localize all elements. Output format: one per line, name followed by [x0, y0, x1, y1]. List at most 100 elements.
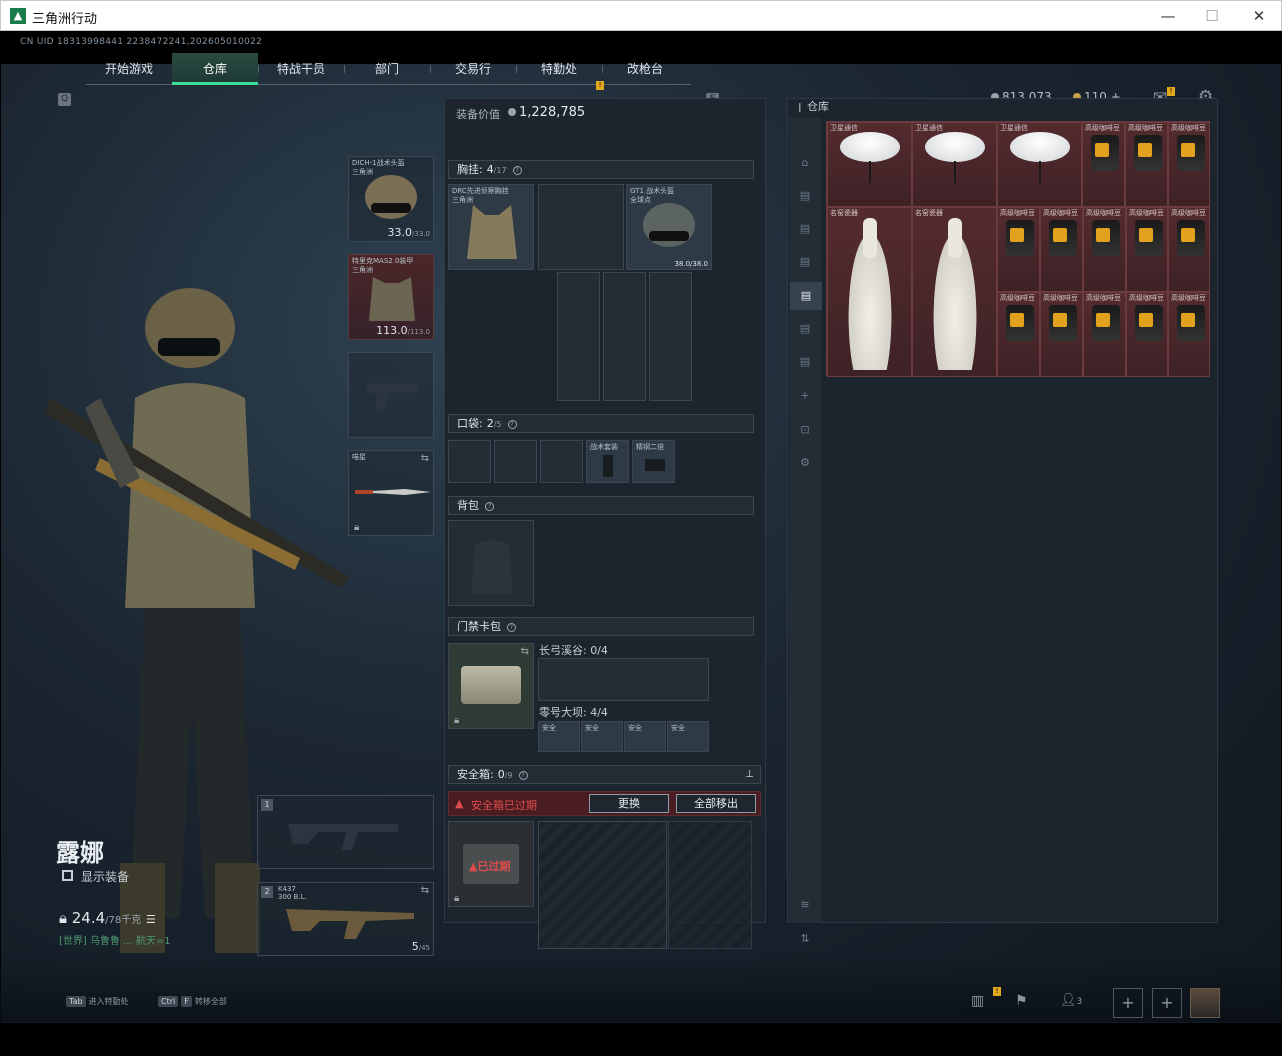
warehouse-item-coffee[interactable]: 高级咖啡豆: [1082, 122, 1125, 207]
chest-item-helmet[interactable]: GT1 战术头盔 全球点 38.0/38.0: [626, 184, 712, 270]
nav-left-key[interactable]: Q: [58, 93, 71, 106]
armor-durability: 113.0/113.0: [376, 324, 430, 337]
zone-1-card-slots[interactable]: [538, 658, 709, 701]
warehouse-item-satellite-2[interactable]: 卫星通信: [912, 122, 997, 207]
helmet-slot[interactable]: DICH-1战术头盔 三角洲 33.0/33.0: [348, 156, 434, 242]
keycard-header: 门禁卡包?: [448, 617, 754, 636]
close-button[interactable]: ✕: [1244, 6, 1274, 26]
replace-safebox-button[interactable]: 更换: [589, 794, 669, 813]
warehouse-item-coffee[interactable]: 高级咖啡豆: [1126, 207, 1168, 292]
pocket-slot-1[interactable]: [448, 440, 491, 483]
maximize-button[interactable]: ☐: [1197, 6, 1227, 26]
coffee-bag-icon: [1091, 135, 1119, 171]
hint-special-ops[interactable]: Tab 进入特勤处: [66, 996, 129, 1007]
help-icon[interactable]: ?: [485, 502, 494, 511]
layers-icon[interactable]: ≋: [797, 897, 813, 913]
warning-icon: ▲: [455, 797, 464, 810]
tab-start-game[interactable]: 开始游戏: [86, 53, 172, 85]
keycard-1[interactable]: 安全: [538, 721, 580, 752]
weight-value: 24.4: [71, 909, 106, 927]
team-invite-slot-2[interactable]: +: [1152, 988, 1182, 1018]
backpack-slot[interactable]: [448, 520, 534, 606]
player-avatar[interactable]: [1190, 988, 1220, 1018]
equipment-value-label: 装备价值: [456, 108, 500, 121]
warehouse-item-coffee[interactable]: 高级咖啡豆: [1125, 122, 1168, 207]
lock-icon[interactable]: ⊡: [797, 422, 813, 438]
warehouse-page-2[interactable]: ▤: [797, 221, 813, 237]
warehouse-item-coffee[interactable]: 高级咖啡豆: [1083, 207, 1126, 292]
warehouse-item-satellite-3[interactable]: 卫星通信: [997, 122, 1082, 207]
knife-icon: [355, 489, 431, 495]
shop-icon[interactable]: ⌂: [797, 155, 813, 171]
warehouse-item-coffee[interactable]: 高级咖啡豆: [1168, 292, 1210, 377]
keycard-2[interactable]: 安全: [581, 721, 623, 752]
primary-weapon-slot-2[interactable]: 2 K437 300 B.L. ⇆ 5/45: [257, 882, 434, 956]
tab-warehouse[interactable]: 仓库: [172, 53, 258, 85]
melee-slot[interactable]: 喵星 ⇆ 🔒︎: [348, 450, 434, 536]
chest-rig-col-2[interactable]: [603, 272, 646, 401]
add-page-icon[interactable]: +: [797, 388, 813, 404]
tab-market[interactable]: 交易行: [430, 53, 516, 85]
warehouse-item-vase-2[interactable]: 名窑瓷器: [912, 207, 997, 377]
swap-icon[interactable]: ⇆: [421, 453, 429, 464]
pocket-slot-3[interactable]: [540, 440, 583, 483]
help-icon[interactable]: ?: [518, 771, 528, 780]
friends-icon[interactable]: 👤︎3: [1060, 993, 1082, 1008]
chest-rig-slot[interactable]: DRC先进侦察胸挂 三角洲: [448, 184, 534, 270]
safebox-slot[interactable]: ▲已过期 🔒︎: [448, 821, 534, 907]
chest-rig-col-3[interactable]: [649, 272, 692, 401]
pin-icon[interactable]: ⊥: [745, 766, 754, 783]
pocket-item-tactical[interactable]: 战术套装: [586, 440, 629, 483]
warehouse-page-3[interactable]: ▤: [797, 254, 813, 270]
show-equipment-checkbox[interactable]: [62, 870, 73, 881]
pistol-slot[interactable]: [348, 352, 434, 438]
warehouse-item-coffee[interactable]: 高级咖啡豆: [1126, 292, 1168, 377]
warehouse-page-4[interactable]: ▤: [790, 282, 822, 310]
tab-operators[interactable]: 特战干员: [258, 53, 344, 85]
chest-rig-grid-2x2[interactable]: [538, 184, 624, 270]
pocket-slot-2[interactable]: [494, 440, 537, 483]
help-icon[interactable]: ?: [507, 420, 517, 429]
keycard-3[interactable]: 安全: [624, 721, 666, 752]
warehouse-item-coffee[interactable]: 高级咖啡豆: [1083, 292, 1126, 377]
warehouse-item-satellite-1[interactable]: 卫星通信: [827, 122, 912, 207]
stats-icon[interactable]: ▥: [971, 993, 984, 1009]
coffee-bag-icon: [1049, 305, 1077, 341]
gear-icon[interactable]: ⚙: [797, 455, 813, 471]
help-icon[interactable]: ?: [512, 166, 522, 175]
warehouse-item-coffee[interactable]: 高级咖啡豆: [997, 292, 1040, 377]
special-ops-badge: !: [596, 81, 604, 90]
warehouse-item-coffee[interactable]: 高级咖啡豆: [1168, 122, 1210, 207]
help-icon[interactable]: ?: [507, 623, 516, 632]
primary-weapon-slot-1[interactable]: 1: [257, 795, 434, 869]
flag-icon[interactable]: ⚑: [1015, 993, 1028, 1009]
armor-slot[interactable]: 特里克MAS2.0装甲 三角洲 113.0/113.0: [348, 254, 434, 340]
warehouse-item-vase-1[interactable]: 名窑瓷器: [827, 207, 912, 377]
warehouse-item-coffee[interactable]: 高级咖啡豆: [997, 207, 1040, 292]
warehouse-page-5[interactable]: ▤: [797, 321, 813, 337]
tab-special-ops[interactable]: 特勤处: [516, 53, 602, 85]
keycard-4[interactable]: 安全: [667, 721, 709, 752]
pocket-item-2-name: 精钢二倍: [636, 443, 664, 451]
warehouse-item-coffee[interactable]: 高级咖啡豆: [1040, 207, 1083, 292]
keycard-swap-icon[interactable]: ⇆: [521, 646, 529, 657]
app-logo-icon: ▲: [10, 8, 26, 24]
pocket-item-scope[interactable]: 精钢二倍: [632, 440, 675, 483]
tab-department[interactable]: 部门: [344, 53, 430, 85]
safebox-header: 安全箱: 0/9? ⊥: [448, 765, 761, 784]
chest-rig-col-1[interactable]: [557, 272, 600, 401]
minimize-button[interactable]: —: [1153, 6, 1183, 26]
warehouse-item-coffee[interactable]: 高级咖啡豆: [1168, 207, 1210, 292]
weight-list-icon[interactable]: ☰: [146, 913, 156, 926]
remove-all-button[interactable]: 全部移出: [676, 794, 756, 813]
tab-gunsmith[interactable]: 改枪台: [602, 53, 688, 85]
sort-icon[interactable]: ⇅: [797, 931, 813, 947]
warehouse-title: ❙ 仓库: [796, 100, 830, 113]
warehouse-item-coffee[interactable]: 高级咖啡豆: [1040, 292, 1083, 377]
hint-transfer-all[interactable]: Ctrl F 转移全部: [158, 996, 227, 1007]
weapon-swap-icon[interactable]: ⇆: [421, 885, 429, 896]
keycard-case-slot[interactable]: ⇆ 🔒︎: [448, 643, 534, 729]
warehouse-page-1[interactable]: ▤: [797, 188, 813, 204]
team-invite-slot-1[interactable]: +: [1113, 988, 1143, 1018]
warehouse-page-6[interactable]: ▤: [797, 354, 813, 370]
